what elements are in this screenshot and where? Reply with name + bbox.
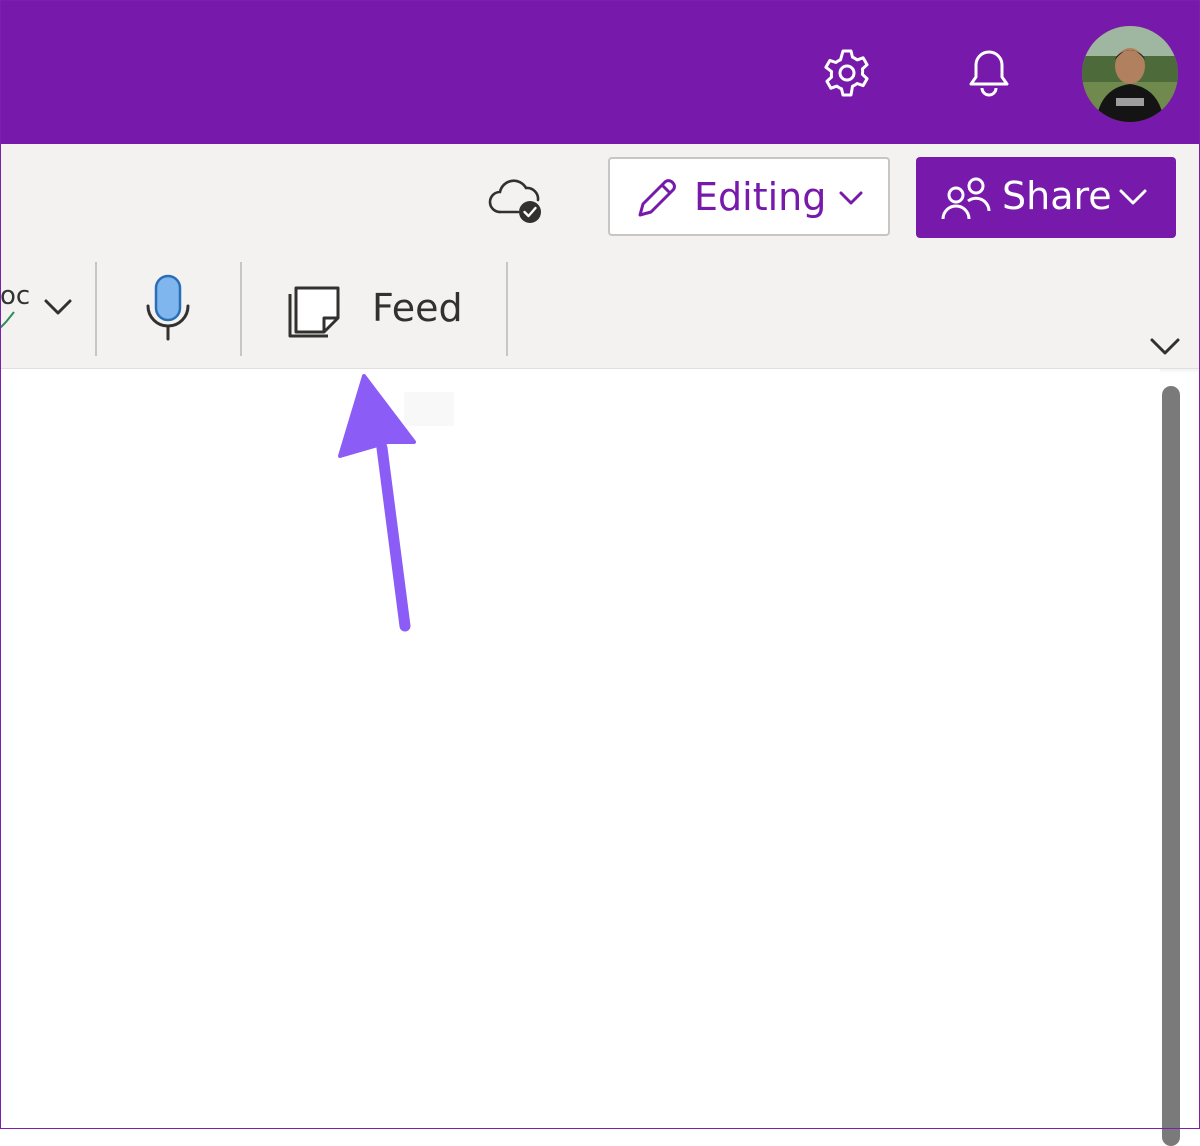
spelling-label-partial: oc xyxy=(0,281,31,311)
spelling-dropdown[interactable] xyxy=(40,294,80,324)
notifications-button[interactable] xyxy=(960,44,1018,102)
editing-label: Editing xyxy=(694,175,827,219)
feed-button[interactable]: Feed xyxy=(280,274,480,344)
people-icon xyxy=(941,177,991,220)
pencil-icon xyxy=(638,179,676,217)
share-label: Share xyxy=(1002,174,1112,218)
ribbon-divider xyxy=(506,262,508,356)
annotation-arrow-icon xyxy=(338,374,416,632)
bell-icon xyxy=(969,50,1009,97)
chevron-down-icon xyxy=(44,299,72,315)
spell-check-icon xyxy=(0,311,15,329)
dictate-button[interactable] xyxy=(138,272,200,344)
microphone-icon xyxy=(146,274,190,341)
chevron-down-icon xyxy=(839,191,863,205)
share-button[interactable]: Share xyxy=(916,157,1176,238)
sticky-note-icon xyxy=(288,286,340,338)
ribbon-expand-button[interactable] xyxy=(1148,334,1184,360)
vertical-scrollbar[interactable] xyxy=(1162,386,1180,1146)
ribbon-divider xyxy=(240,262,242,356)
user-photo xyxy=(1082,26,1178,122)
page-canvas[interactable] xyxy=(0,369,1160,1129)
ribbon-divider xyxy=(95,262,97,356)
app-header xyxy=(0,0,1200,144)
feed-label: Feed xyxy=(372,286,463,330)
settings-button[interactable] xyxy=(818,44,876,102)
chevror-down-icon xyxy=(1119,189,1147,205)
editing-mode-button[interactable]: Editing xyxy=(608,157,890,236)
avatar[interactable] xyxy=(1082,26,1178,122)
cloud-check-icon xyxy=(488,179,541,223)
gear-icon xyxy=(824,49,869,97)
chevron-down-icon xyxy=(1150,338,1180,355)
